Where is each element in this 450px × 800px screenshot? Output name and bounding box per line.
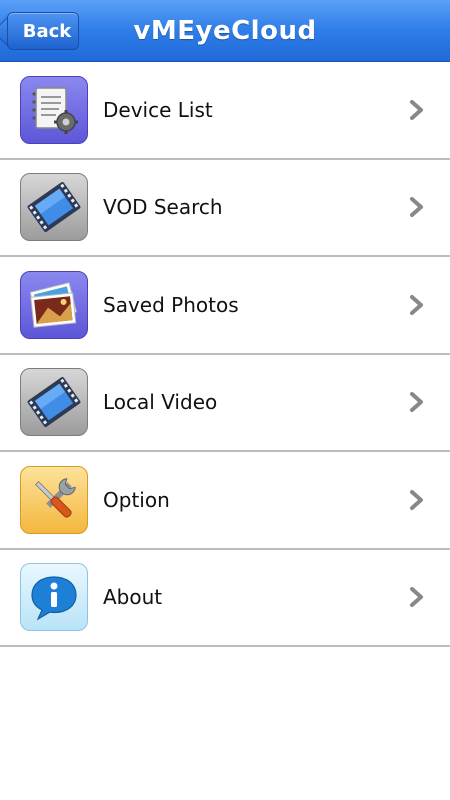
menu-item-label: Device List xyxy=(103,97,213,122)
chevron-right-icon xyxy=(410,587,423,608)
tools-icon xyxy=(20,465,88,534)
back-button-label: Back xyxy=(22,20,72,42)
photos-icon xyxy=(20,270,88,339)
menu-item-about[interactable]: About xyxy=(0,550,450,647)
info-icon xyxy=(20,563,88,632)
chevron-right-icon xyxy=(410,99,423,120)
film-icon xyxy=(20,173,88,242)
chevron-right-icon xyxy=(410,197,423,218)
menu-item-label: VOD Search xyxy=(103,195,223,220)
menu-item-label: Local Video xyxy=(103,390,218,415)
menu-item-option[interactable]: Option xyxy=(0,452,450,550)
menu-item-device-list[interactable]: Device List xyxy=(0,62,450,160)
menu-item-label: Saved Photos xyxy=(103,292,239,317)
chevron-right-icon xyxy=(410,294,423,315)
menu-item-vod-search[interactable]: VOD Search xyxy=(0,160,450,257)
menu-item-label: About xyxy=(103,585,163,610)
chevron-right-icon xyxy=(410,392,423,413)
back-button[interactable]: Back xyxy=(7,12,79,50)
main-menu: Device List VOD Search Saved Photos Loca… xyxy=(0,62,450,647)
menu-item-saved-photos[interactable]: Saved Photos xyxy=(0,257,450,355)
title-bar: Back vMEyeCloud xyxy=(0,0,450,62)
menu-item-local-video[interactable]: Local Video xyxy=(0,355,450,452)
menu-item-label: Option xyxy=(103,487,170,512)
device-list-icon xyxy=(20,75,88,144)
chevron-right-icon xyxy=(410,489,423,510)
film-icon xyxy=(20,368,88,437)
